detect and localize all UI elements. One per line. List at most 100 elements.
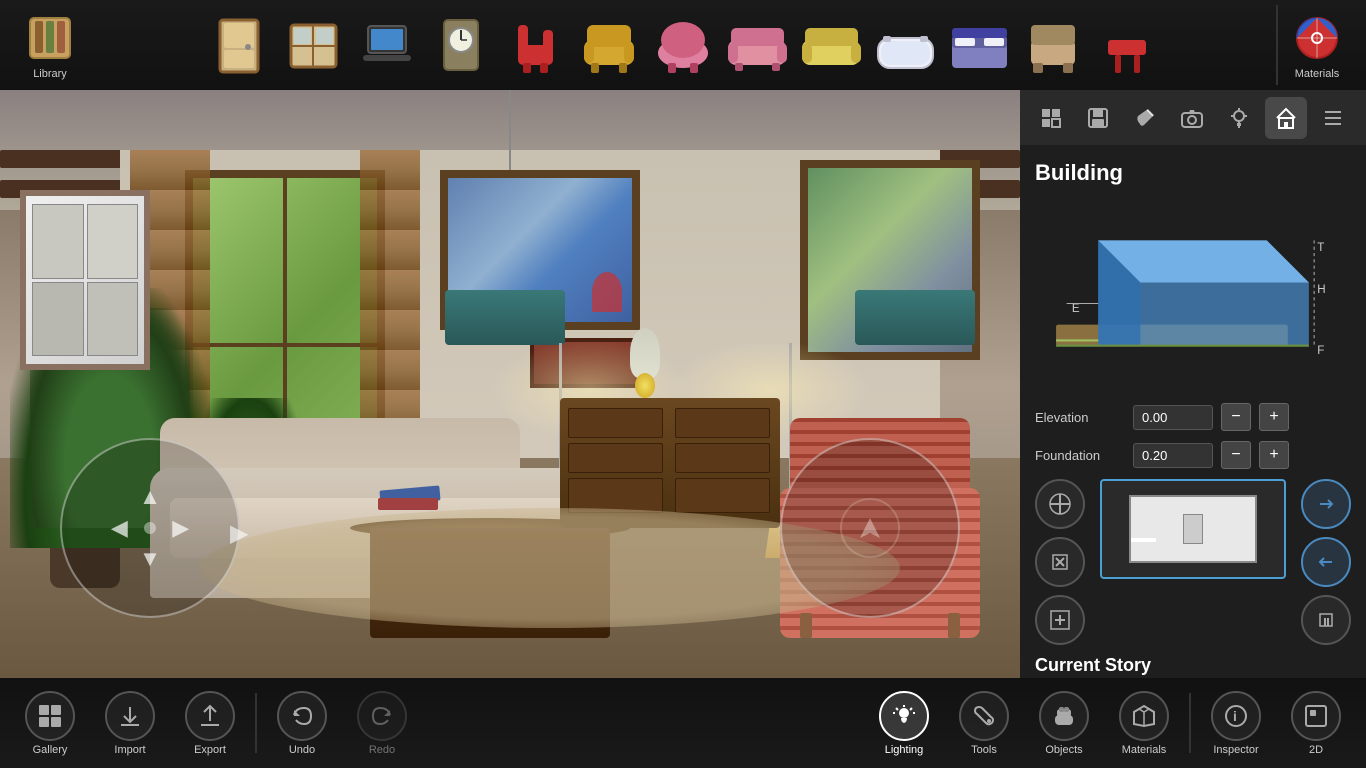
tab-paint[interactable]: [1124, 97, 1166, 139]
lighting-label: Lighting: [885, 744, 924, 756]
nav-forward-arrow[interactable]: ▶: [230, 519, 248, 548]
icon-col-right: [1301, 479, 1351, 645]
nav-joystick-left[interactable]: ▲ ◀ ▶ ▼: [60, 438, 240, 618]
furniture-red-chair[interactable]: [500, 10, 570, 80]
library-icon: [23, 11, 78, 66]
foundation-input[interactable]: [1133, 443, 1213, 468]
redo-button[interactable]: Redo: [342, 683, 422, 763]
objects-button[interactable]: Objects: [1024, 683, 1104, 763]
gallery-button[interactable]: Gallery: [10, 683, 90, 763]
redo-label: Redo: [369, 744, 395, 756]
lighting-button[interactable]: Lighting: [864, 683, 944, 763]
furniture-pink-sofa[interactable]: [722, 10, 792, 80]
bottom-toolbar: Gallery Import Export Undo Redo: [0, 678, 1366, 768]
sconce-right: [855, 290, 975, 345]
current-story-title: Current Story: [1035, 655, 1351, 676]
snap-bottom[interactable]: [1301, 595, 1351, 645]
foundation-row: Foundation − +: [1035, 441, 1351, 469]
foundation-plus[interactable]: +: [1259, 441, 1289, 469]
elevation-row: Elevation − +: [1035, 403, 1351, 431]
elevation-plus[interactable]: +: [1259, 403, 1289, 431]
redo-icon: [357, 691, 407, 741]
remove-story-button[interactable]: [1035, 537, 1085, 587]
export-icon: [185, 691, 235, 741]
import-label: Import: [114, 744, 145, 756]
add-item-button[interactable]: [1035, 595, 1085, 645]
tab-camera[interactable]: [1171, 97, 1213, 139]
export-label: Export: [194, 744, 226, 756]
objects-icon: [1039, 691, 1089, 741]
foundation-minus[interactable]: −: [1221, 441, 1251, 469]
panel-content: Building T H F E: [1020, 145, 1366, 678]
icon-col-left: [1035, 479, 1085, 645]
elevation-label: Elevation: [1035, 410, 1125, 425]
furniture-window[interactable]: [278, 10, 348, 80]
svg-text:i: i: [1233, 708, 1237, 724]
furniture-bathtub[interactable]: [870, 10, 940, 80]
current-story-section: Current Story Slab Thickness − +: [1035, 655, 1351, 678]
tab-light[interactable]: [1218, 97, 1260, 139]
tools-icon: [959, 691, 1009, 741]
materials-icon: [1290, 11, 1345, 66]
furniture-yellow-armchair[interactable]: [574, 10, 644, 80]
tab-build[interactable]: [1030, 97, 1072, 139]
furniture-bed[interactable]: [944, 10, 1014, 80]
svg-text:T: T: [1317, 242, 1324, 254]
furniture-laptop[interactable]: [352, 10, 422, 80]
lighting-icon: [879, 691, 929, 741]
room-scene: ▲ ◀ ▶ ▼ ▶: [0, 90, 1020, 678]
2d-button[interactable]: 2D: [1276, 683, 1356, 763]
materials-btn-icon: [1119, 691, 1169, 741]
right-panel: Building T H F E: [1020, 90, 1366, 678]
furniture-pink-chair[interactable]: [648, 10, 718, 80]
undo-button[interactable]: Undo: [262, 683, 342, 763]
furniture-pattern-chair[interactable]: [1018, 10, 1088, 80]
objects-label: Objects: [1045, 744, 1082, 756]
building-diagram: T H F E: [1035, 198, 1351, 388]
inspector-icon: i: [1211, 691, 1261, 741]
nav-joystick-right[interactable]: [780, 438, 960, 618]
svg-text:H: H: [1317, 284, 1325, 296]
furniture-red-stool[interactable]: [1092, 10, 1162, 80]
import-icon: [105, 691, 155, 741]
gallery-label: Gallery: [33, 744, 68, 756]
snap-right-2[interactable]: [1301, 537, 1351, 587]
inspector-button[interactable]: i Inspector: [1196, 683, 1276, 763]
materials-btn-label: Materials: [1122, 744, 1167, 756]
undo-icon: [277, 691, 327, 741]
floor-plan-preview: [1100, 479, 1286, 579]
tab-save[interactable]: [1077, 97, 1119, 139]
toolbar-divider-2: [1189, 693, 1191, 753]
materials-label: Materials: [1295, 68, 1340, 80]
panel-tabs: [1020, 90, 1366, 145]
tools-button[interactable]: Tools: [944, 683, 1024, 763]
furniture-yellow-sofa[interactable]: [796, 10, 866, 80]
panel-section-title: Building: [1035, 160, 1351, 186]
library-label: Library: [33, 68, 67, 80]
gallery-icon: [25, 691, 75, 741]
materials-btn[interactable]: Materials: [1104, 683, 1184, 763]
elevation-minus[interactable]: −: [1221, 403, 1251, 431]
artwork-left: [20, 190, 150, 370]
2d-icon: [1291, 691, 1341, 741]
elevation-input[interactable]: [1133, 405, 1213, 430]
furniture-door[interactable]: [204, 10, 274, 80]
export-button[interactable]: Export: [170, 683, 250, 763]
foundation-label: Foundation: [1035, 448, 1125, 463]
sconce-left: [445, 290, 565, 345]
undo-label: Undo: [289, 744, 315, 756]
import-button[interactable]: Import: [90, 683, 170, 763]
inspector-label: Inspector: [1213, 744, 1258, 756]
viewport: ▲ ◀ ▶ ▼ ▶: [0, 90, 1020, 678]
add-story-button[interactable]: [1035, 479, 1085, 529]
furniture-clock[interactable]: [426, 10, 496, 80]
library-button[interactable]: Library: [10, 5, 90, 85]
2d-label: 2D: [1309, 744, 1323, 756]
tab-list[interactable]: [1312, 97, 1354, 139]
top-toolbar: Library: [0, 0, 1366, 90]
icon-row-section: [1035, 479, 1351, 645]
tab-house[interactable]: [1265, 97, 1307, 139]
toolbar-divider-1: [255, 693, 257, 753]
materials-button[interactable]: Materials: [1276, 5, 1356, 85]
snap-right-1[interactable]: [1301, 479, 1351, 529]
